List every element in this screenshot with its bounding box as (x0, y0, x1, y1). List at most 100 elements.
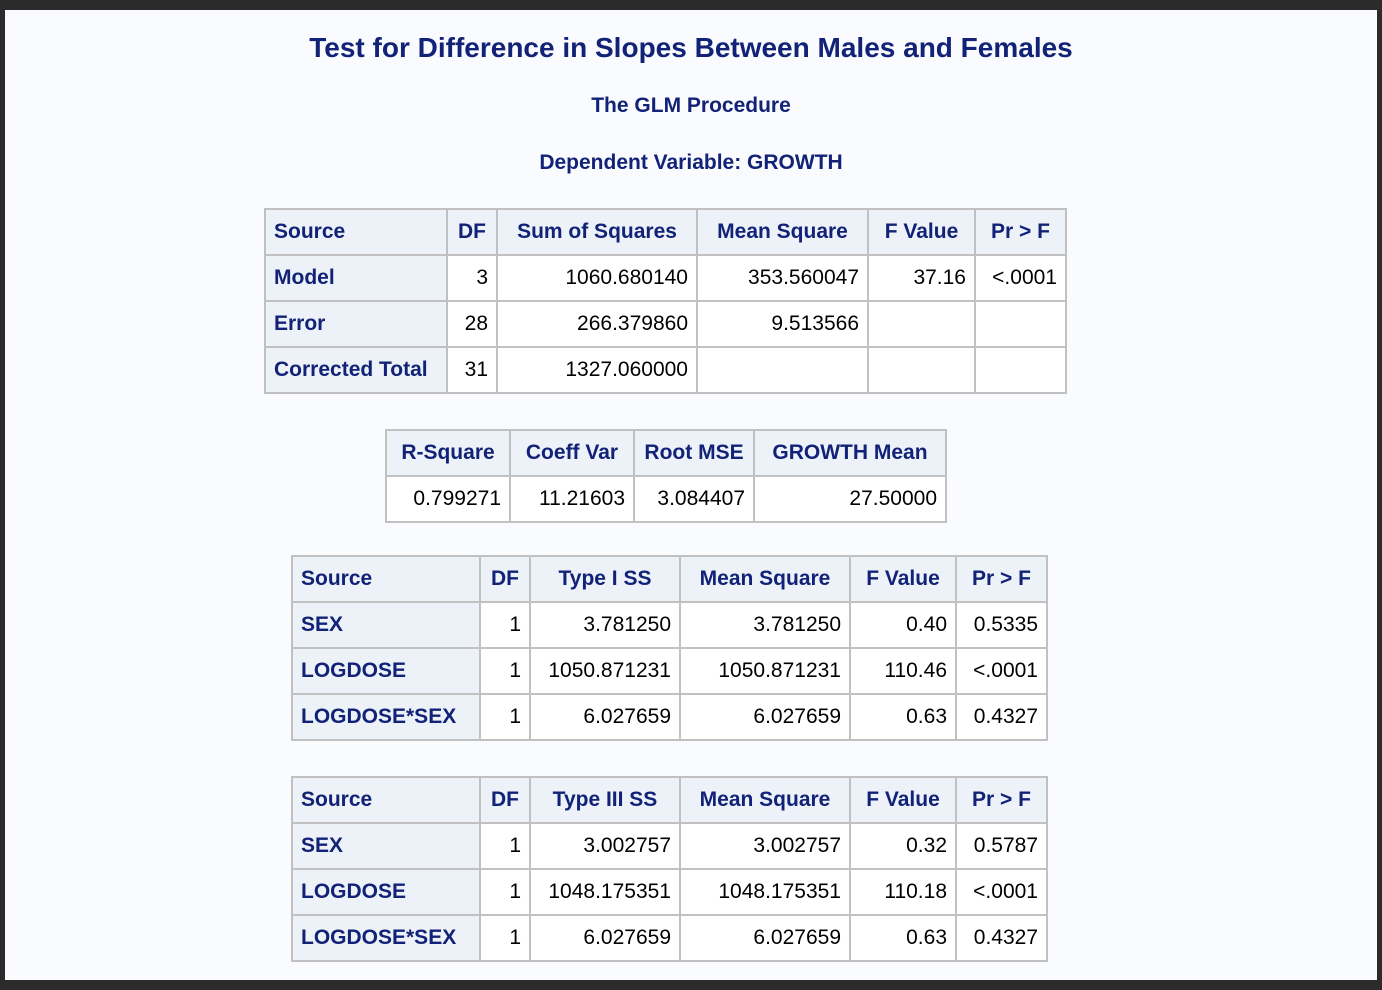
table-row: Corrected Total 31 1327.060000 (264, 346, 1067, 394)
table-cell: 0.4327 (955, 693, 1048, 741)
row-header: SEX (291, 601, 481, 649)
table-cell: 31 (446, 346, 498, 394)
table-cell (974, 300, 1067, 348)
table-cell: 1 (479, 914, 531, 962)
row-header: LOGDOSE*SEX (291, 693, 481, 741)
column-header: Mean Square (679, 555, 851, 603)
main-title: Test for Difference in Slopes Between Ma… (309, 32, 1073, 63)
table-cell (974, 346, 1067, 394)
table-row: 0.799271 11.21603 3.084407 27.50000 (385, 475, 947, 523)
table-cell: 6.027659 (529, 693, 681, 741)
table-cell: 0.799271 (385, 475, 511, 523)
table-cell: 1050.871231 (529, 647, 681, 695)
column-header: Type III SS (529, 776, 681, 824)
fit-statistics-table: R-Square Coeff Var Root MSE GROWTH Mean … (385, 429, 947, 523)
table-cell: 1 (479, 868, 531, 916)
row-header: LOGDOSE (291, 647, 481, 695)
table-cell: 27.50000 (753, 475, 947, 523)
table-cell: 0.5335 (955, 601, 1048, 649)
table-cell: 1060.680140 (496, 254, 698, 302)
column-header: Coeff Var (509, 429, 635, 477)
table-row: LOGDOSE*SEX 1 6.027659 6.027659 0.63 0.4… (291, 693, 1048, 741)
table-cell: 37.16 (867, 254, 976, 302)
table-cell: 0.32 (849, 822, 957, 870)
row-header: LOGDOSE (291, 868, 481, 916)
table-cell: 3.781250 (679, 601, 851, 649)
column-header: Source (291, 555, 481, 603)
type1-ss-table: Source DF Type I SS Mean Square F Value … (291, 555, 1048, 741)
column-header: DF (479, 555, 531, 603)
column-header: DF (446, 208, 498, 256)
type3-ss-table: Source DF Type III SS Mean Square F Valu… (291, 776, 1048, 962)
table-cell (867, 346, 976, 394)
table-cell: 6.027659 (529, 914, 681, 962)
table-cell: 1 (479, 693, 531, 741)
table-cell: 9.513566 (696, 300, 869, 348)
table-header-row: Source DF Type I SS Mean Square F Value … (291, 555, 1048, 603)
table-cell: 0.63 (849, 914, 957, 962)
table-cell: <.0001 (955, 868, 1048, 916)
column-header: Pr > F (955, 555, 1048, 603)
column-header: F Value (849, 555, 957, 603)
column-header: Pr > F (974, 208, 1067, 256)
table-cell: <.0001 (974, 254, 1067, 302)
output-page: Test for Difference in Slopes Between Ma… (5, 10, 1377, 980)
row-header: LOGDOSE*SEX (291, 914, 481, 962)
table-cell (867, 300, 976, 348)
column-header: Source (264, 208, 448, 256)
table-cell: 1327.060000 (496, 346, 698, 394)
table-cell: 1048.175351 (679, 868, 851, 916)
table-cell: 1048.175351 (529, 868, 681, 916)
table-header-row: Source DF Sum of Squares Mean Square F V… (264, 208, 1067, 256)
table-cell: 28 (446, 300, 498, 348)
table-cell: 353.560047 (696, 254, 869, 302)
column-header: Mean Square (696, 208, 869, 256)
table-cell: 1050.871231 (679, 647, 851, 695)
table-header-row: R-Square Coeff Var Root MSE GROWTH Mean (385, 429, 947, 477)
column-header: GROWTH Mean (753, 429, 947, 477)
column-header: F Value (867, 208, 976, 256)
table-row: LOGDOSE 1 1050.871231 1050.871231 110.46… (291, 647, 1048, 695)
table-cell (696, 346, 869, 394)
table-cell: 3.084407 (633, 475, 755, 523)
dependent-variable-title: Dependent Variable: GROWTH (539, 151, 843, 174)
table-row: Error 28 266.379860 9.513566 (264, 300, 1067, 348)
row-header: Corrected Total (264, 346, 448, 394)
table-cell: <.0001 (955, 647, 1048, 695)
column-header: F Value (849, 776, 957, 824)
column-header: Sum of Squares (496, 208, 698, 256)
table-row: Model 3 1060.680140 353.560047 37.16 <.0… (264, 254, 1067, 302)
table-cell: 266.379860 (496, 300, 698, 348)
procedure-title: The GLM Procedure (591, 94, 791, 117)
table-cell: 0.5787 (955, 822, 1048, 870)
table-cell: 3 (446, 254, 498, 302)
table-row: SEX 1 3.781250 3.781250 0.40 0.5335 (291, 601, 1048, 649)
table-cell: 11.21603 (509, 475, 635, 523)
table-cell: 3.781250 (529, 601, 681, 649)
table-row: SEX 1 3.002757 3.002757 0.32 0.5787 (291, 822, 1048, 870)
table-row: LOGDOSE*SEX 1 6.027659 6.027659 0.63 0.4… (291, 914, 1048, 962)
table-cell: 0.40 (849, 601, 957, 649)
row-header: Model (264, 254, 448, 302)
column-header: Type I SS (529, 555, 681, 603)
row-header: SEX (291, 822, 481, 870)
column-header: Root MSE (633, 429, 755, 477)
table-cell: 0.4327 (955, 914, 1048, 962)
column-header: DF (479, 776, 531, 824)
table-header-row: Source DF Type III SS Mean Square F Valu… (291, 776, 1048, 824)
table-cell: 110.46 (849, 647, 957, 695)
table-cell: 3.002757 (529, 822, 681, 870)
table-cell: 110.18 (849, 868, 957, 916)
table-cell: 3.002757 (679, 822, 851, 870)
table-row: LOGDOSE 1 1048.175351 1048.175351 110.18… (291, 868, 1048, 916)
column-header: Pr > F (955, 776, 1048, 824)
anova-table: Source DF Sum of Squares Mean Square F V… (264, 208, 1067, 394)
table-cell: 1 (479, 822, 531, 870)
table-cell: 6.027659 (679, 914, 851, 962)
table-cell: 1 (479, 601, 531, 649)
table-cell: 6.027659 (679, 693, 851, 741)
column-header: R-Square (385, 429, 511, 477)
column-header: Mean Square (679, 776, 851, 824)
column-header: Source (291, 776, 481, 824)
row-header: Error (264, 300, 448, 348)
